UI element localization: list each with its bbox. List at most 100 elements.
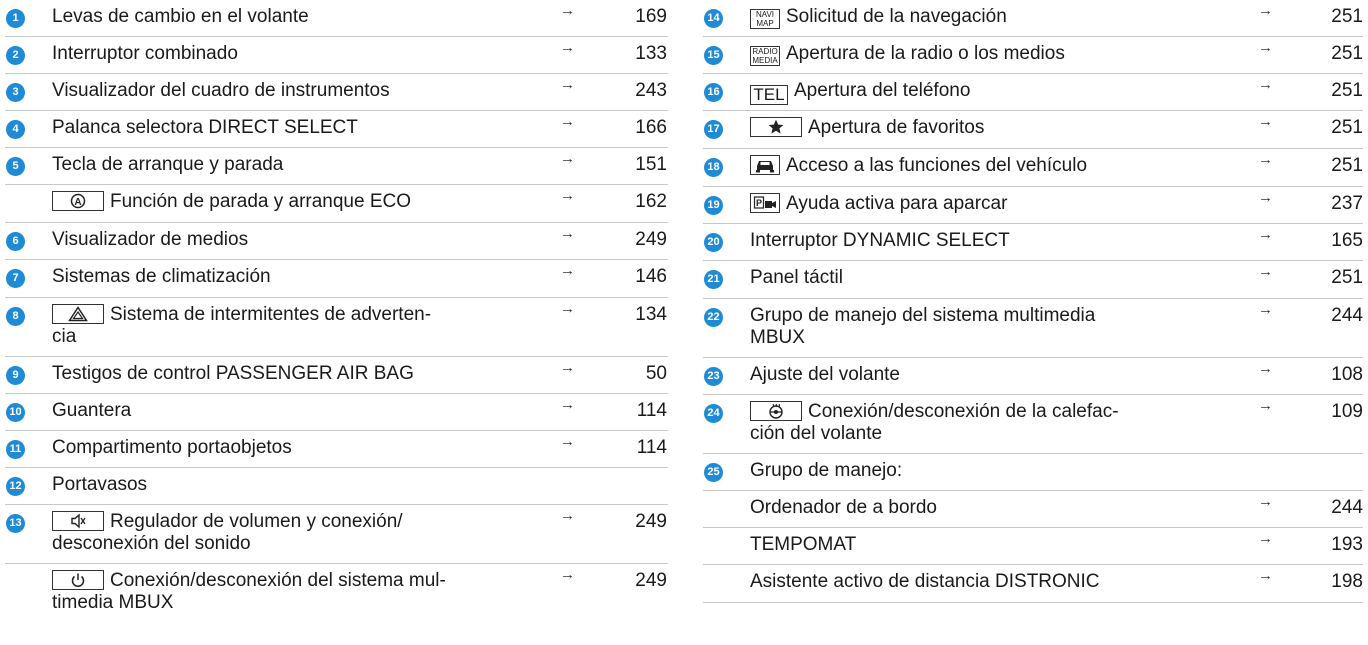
tel-key: TEL [750, 85, 788, 105]
page-ref-link[interactable]: 198 [1303, 571, 1363, 593]
item-number-badge: 18 [704, 158, 723, 177]
page-ref-link[interactable]: 237 [1303, 193, 1363, 215]
item-number-badge: 19 [704, 196, 723, 215]
item-number-badge: 4 [6, 120, 25, 139]
item-label: Visualizador del cuadro de instrumentos [52, 80, 390, 101]
item-label-wrap: P Ayuda activa para aparcar [750, 193, 1007, 215]
list-item: 23 Ajuste del volante → 108 [703, 358, 1363, 395]
list-item: 2 Interruptor combinado → 133 [5, 37, 668, 74]
page-ref-link[interactable]: 244 [1303, 497, 1363, 519]
list-item: 6 Visualizador de medios → 249 [5, 223, 668, 260]
list-item: 21 Panel táctil → 251 [703, 261, 1363, 299]
svg-text:A: A [74, 197, 81, 208]
page-ref-link[interactable]: 249 [607, 511, 667, 533]
page-ref-link[interactable]: 244 [1303, 305, 1363, 327]
list-item: 13 Regulador de volumen y conexión/ desc… [5, 505, 668, 564]
page-ref-link[interactable]: 162 [607, 191, 667, 213]
page-ref-link[interactable]: 146 [607, 266, 667, 288]
list-item: 7 Sistemas de climatización → 146 [5, 260, 668, 298]
item-label: Función de parada y arranque ECO [110, 191, 412, 212]
arrow-icon: → [1258, 113, 1273, 130]
arrow-icon: → [560, 150, 575, 167]
arrow-icon: → [560, 262, 575, 279]
item-label: Guantera [52, 400, 132, 421]
item-number-badge: 8 [6, 307, 25, 326]
item-number-badge: 3 [6, 83, 25, 102]
page-ref-link[interactable]: 114 [607, 400, 667, 422]
arrow-icon: → [1258, 39, 1273, 56]
item-number-badge: 24 [704, 404, 723, 423]
page-ref-link[interactable]: 133 [607, 43, 667, 65]
item-label-wrap: Apertura de favoritos [750, 117, 984, 139]
page-ref-link[interactable]: 114 [607, 437, 667, 459]
item-label: Portavasos [52, 474, 148, 495]
page-ref-link[interactable]: 166 [607, 117, 667, 139]
page-ref-link[interactable]: 251 [1303, 6, 1363, 28]
item-number-badge: 1 [6, 9, 25, 28]
item-label: Acceso a las funciones del vehículo [786, 155, 1088, 176]
list-item: 16 TEL Apertura del teléfono → 251 [703, 74, 1363, 111]
item-label: Apertura del teléfono [794, 80, 971, 101]
item-label-wrap: NAVI MAP Solicitud de la navegación [750, 6, 1007, 29]
page-ref-link[interactable]: 151 [607, 154, 667, 176]
arrow-icon: → [1258, 360, 1273, 377]
page-ref-link[interactable]: 193 [1303, 534, 1363, 556]
arrow-icon: → [560, 113, 575, 130]
arrow-icon: → [560, 300, 575, 317]
item-number-badge: 7 [6, 269, 25, 288]
page-ref-link[interactable]: 249 [607, 229, 667, 251]
item-label-wrap: Acceso a las funciones del vehículo [750, 155, 1087, 177]
arrow-icon: → [560, 187, 575, 204]
parking-camera-icon: P [750, 193, 780, 213]
page-ref-link[interactable]: 169 [607, 6, 667, 28]
page-ref-link[interactable]: 165 [1303, 230, 1363, 252]
page-ref-link[interactable]: 109 [1303, 401, 1363, 423]
page-ref-link[interactable]: 251 [1303, 43, 1363, 65]
item-label: Interruptor DYNAMIC SELECT [750, 230, 1010, 251]
page-ref-link[interactable]: 251 [1303, 267, 1363, 289]
arrow-icon: → [560, 359, 575, 376]
page-ref-link[interactable]: 134 [607, 304, 667, 326]
page-ref-link[interactable]: 251 [1303, 155, 1363, 177]
page-ref-link[interactable]: 249 [607, 570, 667, 592]
list-item: 17 Apertura de favoritos → 251 [703, 111, 1363, 149]
arrow-icon: → [560, 225, 575, 242]
hazard-warning-icon [52, 304, 104, 324]
page-ref-link[interactable]: 243 [607, 80, 667, 102]
item-label-wrap: Grupo de manejo del sistema multimedia M… [750, 305, 1095, 349]
arrow-icon: → [1258, 301, 1273, 318]
list-item: 14 NAVI MAP Solicitud de la navegación → 2… [703, 0, 1363, 37]
arrow-icon: → [1258, 189, 1273, 206]
item-label: Ajuste del volante [750, 364, 900, 385]
arrow-icon: → [560, 433, 575, 450]
page-ref-link[interactable]: 108 [1303, 364, 1363, 386]
navi-map-key: NAVI MAP [750, 9, 780, 29]
item-label: Apertura de la radio o los medios [786, 43, 1065, 64]
page-ref-link[interactable]: 251 [1303, 80, 1363, 102]
item-label-line2: ción del volante [750, 423, 883, 444]
page-ref-link[interactable]: 251 [1303, 117, 1363, 139]
list-item: 11 Compartimento portaobjetos → 114 [5, 431, 668, 468]
item-label-line1: Sistema de intermitentes de adverten- [110, 304, 432, 325]
steering-heat-icon [750, 401, 802, 421]
list-item: Asistente activo de distancia DISTRONIC … [703, 565, 1363, 603]
list-item: 25 Grupo de manejo: [703, 454, 1363, 491]
item-label-wrap: Sistema de intermitentes de adverten- ci… [52, 304, 431, 348]
item-number-badge: 20 [704, 233, 723, 252]
page-ref-link[interactable]: 50 [607, 363, 667, 385]
item-label: Palanca selectora DIRECT SELECT [52, 117, 358, 138]
item-number-badge: 11 [6, 440, 25, 459]
star-icon [750, 117, 802, 137]
list-item: 19 P Ayuda activa para aparcar → 237 [703, 187, 1363, 224]
list-item: 4 Palanca selectora DIRECT SELECT → 166 [5, 111, 668, 148]
item-label-wrap: TEL Apertura del teléfono [750, 80, 970, 105]
item-label-line2: MBUX [750, 327, 805, 348]
item-label: Grupo de manejo: [750, 460, 903, 481]
svg-text:P: P [756, 198, 762, 208]
arrow-icon: → [1258, 151, 1273, 168]
left-column: 1 Levas de cambio en el volante → 169 2 … [5, 0, 668, 624]
arrow-icon: → [560, 76, 575, 93]
item-label-line1: Grupo de manejo del sistema multimedia [750, 305, 1096, 326]
list-item: 3 Visualizador del cuadro de instrumento… [5, 74, 668, 111]
list-item: 12 Portavasos [5, 468, 668, 505]
